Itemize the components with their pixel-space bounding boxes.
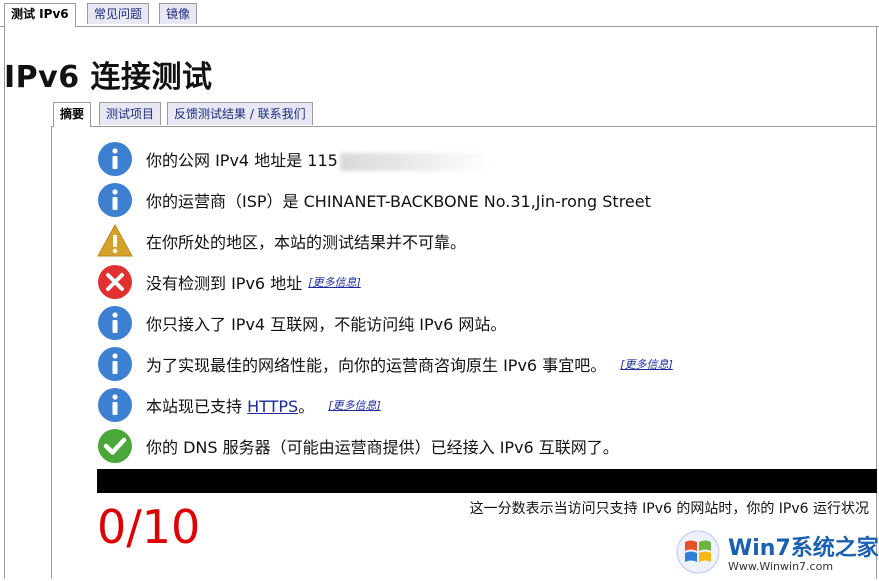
info-icon — [98, 388, 132, 422]
error-icon — [98, 265, 132, 299]
warning-icon — [97, 223, 133, 257]
top-tab-bar: 测试 IPv6 常见问题 镜像 — [0, 0, 879, 27]
tab-mirror[interactable]: 镜像 — [159, 3, 198, 24]
message-https: 本站现已支持 HTTPS。 [更多信息] — [97, 387, 381, 423]
ipv4-address-text: 你的公网 IPv4 地址是 115 — [146, 147, 490, 171]
tab-test-items[interactable]: 测试项目 — [99, 102, 162, 125]
advice-text: 为了实现最佳的网络性能，向你的运营商咨询原生 IPv6 事宜吧。 — [146, 356, 607, 375]
info-icon — [98, 183, 132, 217]
ipv6-score: 0/10 — [97, 500, 201, 554]
watermark-title: Win7系统之家 — [728, 536, 879, 561]
dns-text: 你的 DNS 服务器（可能由运营商提供）已经接入 IPv6 互联网了。 — [146, 438, 619, 457]
windows-logo-icon — [676, 530, 720, 574]
tab-feedback[interactable]: 反馈测试结果 / 联系我们 — [167, 102, 313, 125]
tab-faq[interactable]: 常见问题 — [87, 3, 150, 24]
isp-text: 你的运营商（ISP）是 CHINANET-BACKBONE No.31,Jin-… — [146, 192, 651, 211]
score-description: 这一分数表示当访问只支持 IPv6 的网站时，你的 IPv6 运行状况 — [469, 501, 869, 517]
inner-tab-bar: 摘要 测试项目 反馈测试结果 / 联系我们 — [51, 98, 877, 127]
redacted-ip — [339, 152, 490, 171]
tab-test-ipv6[interactable]: 测试 IPv6 — [4, 3, 76, 27]
info-icon — [98, 347, 132, 381]
message-isp: 你的运营商（ISP）是 CHINANET-BACKBONE No.31,Jin-… — [97, 182, 651, 218]
score-bar — [97, 469, 877, 493]
more-info-link[interactable]: [更多信息] — [328, 397, 381, 413]
message-advice: 为了实现最佳的网络性能，向你的运营商咨询原生 IPv6 事宜吧。 [更多信息] — [97, 346, 673, 382]
message-dns: 你的 DNS 服务器（可能由运营商提供）已经接入 IPv6 互联网了。 — [97, 428, 619, 464]
https-text: 本站现已支持 HTTPS。 — [146, 397, 315, 416]
more-info-link[interactable]: [更多信息] — [620, 356, 673, 372]
message-region: 在你所处的地区，本站的测试结果并不可靠。 — [97, 223, 466, 259]
ipv4-only-text: 你只接入了 IPv4 互联网，不能访问纯 IPv6 网站。 — [146, 315, 507, 334]
watermark: Win7系统之家 Www.Winwin7.com — [676, 528, 879, 578]
info-icon — [98, 306, 132, 340]
message-ipv4-only: 你只接入了 IPv4 互联网，不能访问纯 IPv6 网站。 — [97, 305, 506, 341]
page-title: IPv6 连接测试 — [4, 60, 213, 95]
watermark-url: Www.Winwin7.com — [728, 560, 834, 573]
check-icon — [98, 429, 132, 463]
message-no-ipv6: 没有检测到 IPv6 地址 [更多信息] — [97, 264, 361, 300]
tab-summary[interactable]: 摘要 — [53, 102, 92, 127]
https-link[interactable]: HTTPS — [247, 397, 298, 416]
no-ipv6-text: 没有检测到 IPv6 地址 — [146, 274, 303, 293]
message-ipv4: 你的公网 IPv4 地址是 115 — [97, 141, 490, 177]
more-info-link[interactable]: [更多信息] — [308, 274, 361, 290]
info-icon — [98, 142, 132, 176]
region-warning-text: 在你所处的地区，本站的测试结果并不可靠。 — [146, 233, 467, 252]
